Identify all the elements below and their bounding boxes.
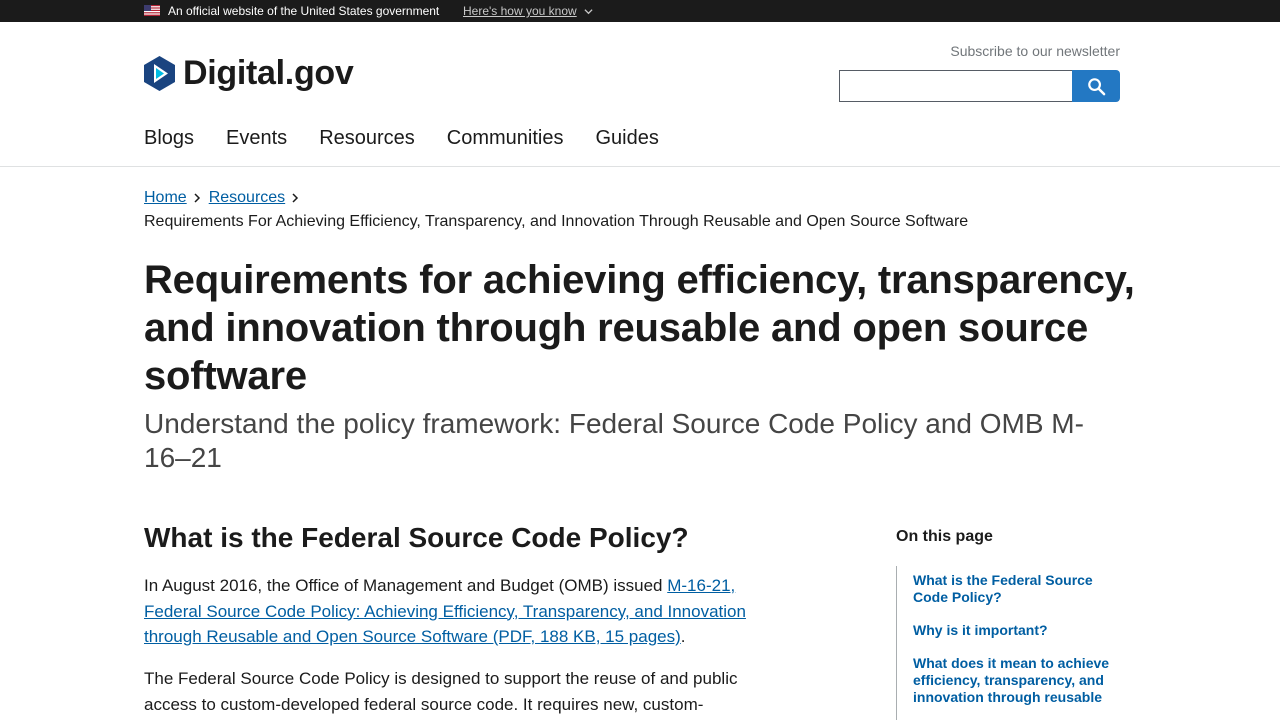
chevron-down-icon[interactable] — [584, 7, 593, 16]
para1-text: In August 2016, the Office of Management… — [144, 576, 668, 595]
on-this-page-nav: What is the Federal Source Code Policy? … — [896, 566, 1116, 720]
subscribe-newsletter-link[interactable]: Subscribe to our newsletter — [950, 43, 1120, 59]
page-subtitle: Understand the policy framework: Federal… — [144, 408, 1084, 473]
policy-description-paragraph: The Federal Source Code Policy is design… — [144, 669, 738, 714]
toc-link-what-does-it-mean[interactable]: What does it mean to achieve efficiency,… — [913, 655, 1113, 706]
official-website-text: An official website of the United States… — [168, 4, 440, 18]
breadcrumb-home-link[interactable]: Home — [144, 189, 187, 207]
site-logo[interactable]: Digital.gov — [144, 53, 354, 92]
toc-link-what-is-policy[interactable]: What is the Federal Source Code Policy? — [913, 572, 1113, 606]
search-button[interactable] — [1072, 70, 1120, 102]
toc-title: On this page — [896, 528, 993, 545]
digital-gov-logo-icon — [144, 55, 175, 91]
primary-nav: Blogs Events Resources Communities Guide… — [144, 127, 691, 150]
chevron-right-icon — [292, 193, 299, 203]
nav-item-guides[interactable]: Guides — [596, 127, 659, 150]
nav-item-blogs[interactable]: Blogs — [144, 127, 194, 150]
page-title: Requirements for achieving efficiency, t… — [144, 258, 1135, 398]
breadcrumb-current: Requirements For Achieving Efficiency, T… — [144, 213, 969, 230]
logo-text: Digital.gov — [183, 53, 354, 92]
section-heading: What is the Federal Source Code Policy? — [144, 522, 689, 553]
toc-link-why-important[interactable]: Why is it important? — [913, 622, 1113, 639]
us-flag-icon — [144, 5, 160, 16]
chevron-right-icon — [194, 193, 200, 203]
gov-banner: An official website of the United States… — [0, 0, 1280, 22]
search-icon — [1087, 77, 1105, 95]
nav-item-communities[interactable]: Communities — [447, 127, 564, 150]
breadcrumb-resources-link[interactable]: Resources — [209, 189, 285, 207]
intro-paragraph: In August 2016, the Office of Management… — [144, 573, 794, 650]
nav-item-resources[interactable]: Resources — [319, 127, 415, 150]
para1-end: . — [680, 627, 686, 646]
how-you-know-link[interactable]: Here's how you know — [463, 4, 577, 18]
header-divider — [0, 166, 1280, 167]
search-input[interactable] — [839, 70, 1073, 102]
nav-item-events[interactable]: Events — [226, 127, 287, 150]
breadcrumb: Home Resources — [144, 189, 307, 207]
